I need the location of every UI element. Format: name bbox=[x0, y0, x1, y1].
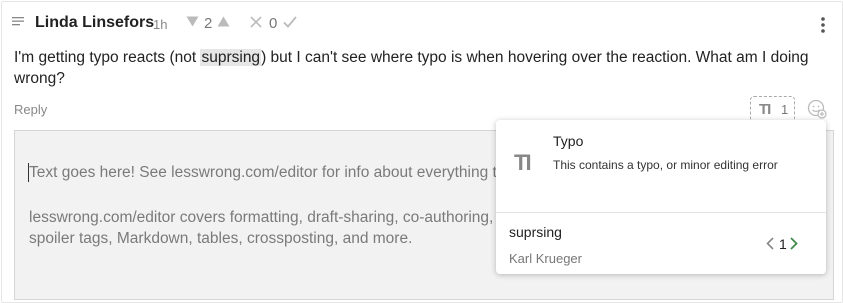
typo-icon: TI bbox=[514, 150, 532, 175]
vote-up-icon[interactable] bbox=[217, 16, 230, 27]
chevron-left-icon[interactable] bbox=[766, 237, 774, 250]
agree-check-icon[interactable] bbox=[283, 16, 297, 28]
comment-time[interactable]: 1h bbox=[153, 17, 167, 32]
popup-description: This contains a typo, or minor editing e… bbox=[553, 158, 778, 172]
vertical-dots-icon[interactable] bbox=[820, 16, 826, 34]
popup-divider bbox=[496, 212, 826, 213]
reacting-user[interactable]: Karl Krueger bbox=[509, 251, 582, 266]
page-number: 1 bbox=[779, 236, 787, 252]
comment-text-before: I'm getting typo reacts (not bbox=[14, 49, 201, 66]
typo-reaction-button[interactable]: TI 1 bbox=[750, 96, 795, 122]
comment-header: Linda Linsefors 1h 2 0 bbox=[2, 2, 842, 42]
highlighted-typo[interactable]: suprsing bbox=[200, 49, 262, 66]
comment-author[interactable]: Linda Linsefors bbox=[35, 14, 154, 32]
comment-body: I'm getting typo reacts (not suprsing) b… bbox=[14, 47, 824, 89]
editor-placeholder-line1: Text goes here! See lesswrong.com/editor… bbox=[29, 164, 506, 181]
chevron-right-icon[interactable] bbox=[790, 237, 798, 250]
add-reaction-icon[interactable] bbox=[807, 99, 827, 119]
disagree-x-icon[interactable] bbox=[250, 16, 262, 28]
vote-down-icon[interactable] bbox=[186, 16, 199, 27]
collapse-icon[interactable] bbox=[12, 16, 24, 26]
reply-button[interactable]: Reply bbox=[14, 102, 47, 117]
reaction-count: 1 bbox=[781, 102, 789, 117]
typo-reaction-icon: TI bbox=[759, 101, 771, 118]
karma-score: 2 bbox=[204, 15, 213, 32]
reacted-quote[interactable]: suprsing bbox=[509, 224, 562, 240]
editor-placeholder-line2: lesswrong.com/editor covers formatting, … bbox=[29, 209, 506, 247]
agreement-score: 0 bbox=[269, 15, 278, 32]
reaction-popup: TI Typo This contains a typo, or minor e… bbox=[496, 120, 826, 274]
popup-title: Typo bbox=[553, 133, 584, 149]
